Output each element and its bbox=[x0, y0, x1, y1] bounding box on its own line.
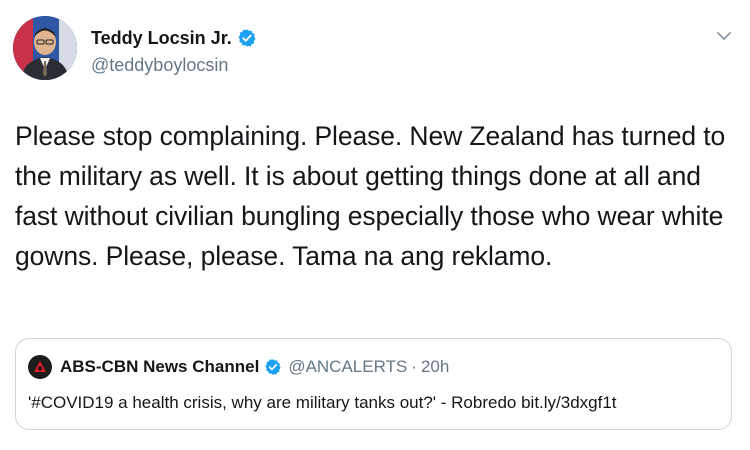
abs-cbn-logo-icon bbox=[34, 361, 46, 372]
tweet-menu-button[interactable] bbox=[712, 24, 736, 48]
quoted-author-handle: @ANCALERTS bbox=[288, 357, 408, 376]
quoted-tweet-text: '#COVID19 a health crisis, why are milit… bbox=[28, 393, 617, 412]
separator-dot: · bbox=[411, 357, 417, 376]
quoted-author-avatar bbox=[28, 355, 52, 379]
quoted-author-name: ABS-CBN News Channel bbox=[60, 357, 260, 376]
avatar[interactable] bbox=[13, 16, 77, 80]
quoted-tweet-header: ABS-CBN News Channel @ANCALERTS · 20h bbox=[28, 355, 449, 379]
author-handle[interactable]: @teddyboylocsin bbox=[91, 55, 257, 76]
chevron-down-icon bbox=[717, 32, 731, 40]
author-name-row: Teddy Locsin Jr. bbox=[91, 27, 257, 49]
tweet: Teddy Locsin Jr. @teddyboylocsin Please … bbox=[0, 0, 750, 450]
author-display-name[interactable]: Teddy Locsin Jr. bbox=[91, 28, 232, 49]
tweet-author: Teddy Locsin Jr. @teddyboylocsin bbox=[91, 27, 257, 76]
quoted-tweet-timestamp: 20h bbox=[420, 357, 450, 376]
quoted-tweet-card[interactable]: ABS-CBN News Channel @ANCALERTS · 20h '#… bbox=[15, 338, 732, 430]
tweet-text: Please stop complaining. Please. New Zea… bbox=[15, 121, 726, 271]
verified-badge-icon bbox=[265, 359, 281, 375]
verified-badge-icon bbox=[238, 29, 256, 47]
